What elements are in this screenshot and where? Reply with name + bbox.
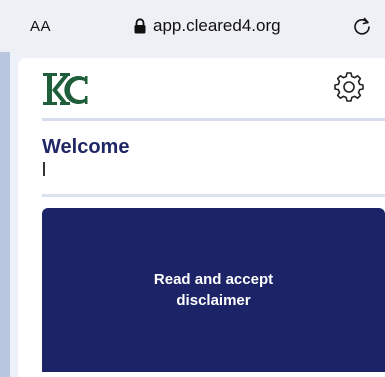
read-accept-disclaimer-button[interactable]: Read and accept disclaimer xyxy=(42,208,385,372)
app-card: Welcome Read and accept disclaimer xyxy=(18,58,385,377)
reload-icon[interactable] xyxy=(352,16,372,36)
header-divider xyxy=(42,118,385,121)
text-cursor xyxy=(43,162,45,176)
gear-icon[interactable] xyxy=(334,72,364,102)
section-divider xyxy=(42,194,385,197)
page-title: Welcome xyxy=(42,136,130,158)
url-text: app.cleared4.org xyxy=(153,16,281,35)
background-edge xyxy=(0,52,10,377)
url-field[interactable]: app.cleared4.org xyxy=(133,16,281,36)
browser-address-bar: AA app.cleared4.org xyxy=(0,0,385,52)
text-size-button[interactable]: AA xyxy=(30,18,51,35)
kc-logo-icon xyxy=(43,73,88,105)
disclaimer-button-label: Read and accept disclaimer xyxy=(153,271,274,309)
lock-icon xyxy=(134,18,146,34)
text-size-label: AA xyxy=(30,18,52,35)
